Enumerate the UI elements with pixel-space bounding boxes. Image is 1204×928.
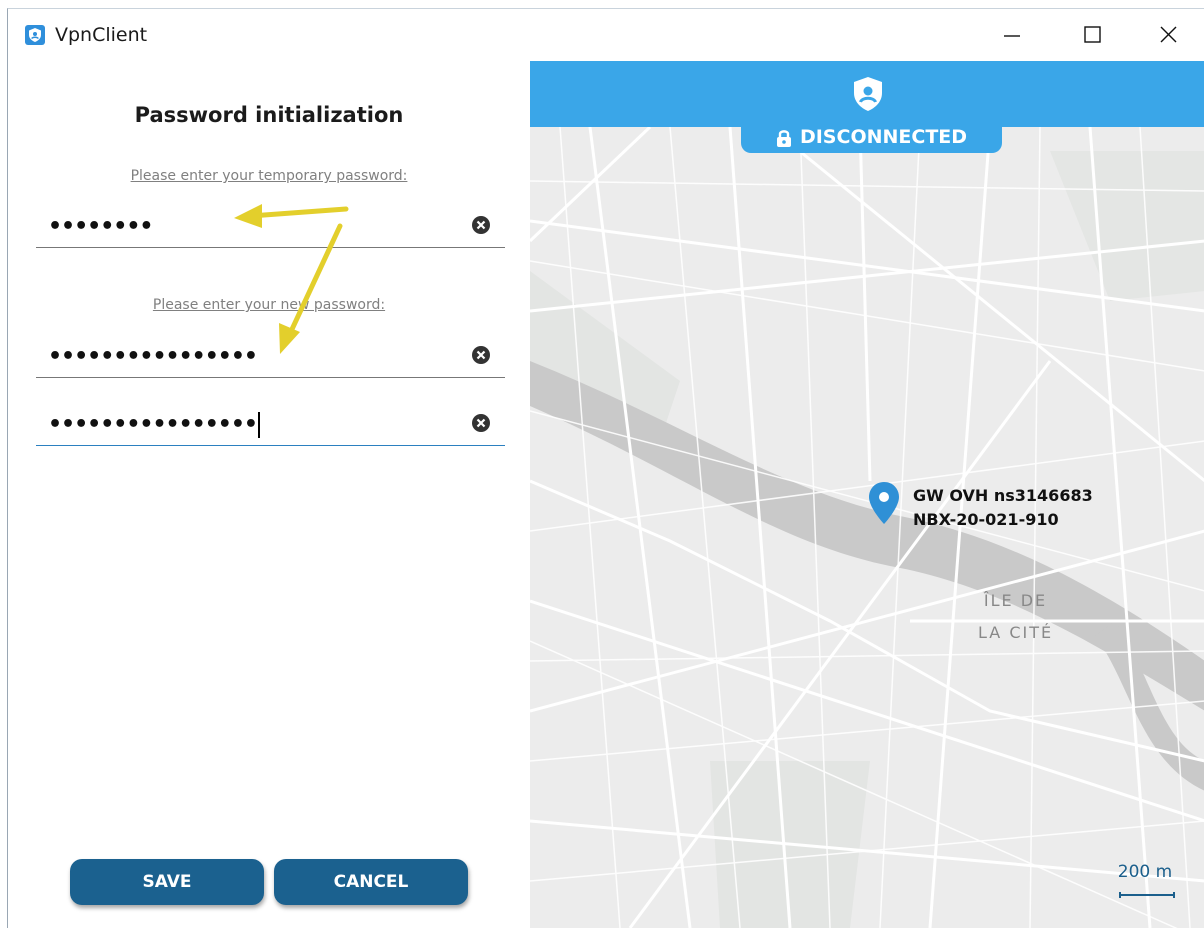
lock-icon	[776, 129, 791, 147]
maximize-icon	[1084, 26, 1101, 43]
form-title: Password initialization	[134, 103, 404, 127]
new-password-field[interactable]: ••••••••••••••••	[36, 333, 505, 378]
app-shield-icon	[25, 25, 45, 45]
text-caret	[257, 412, 260, 438]
temp-password-label: Please enter your temporary password:	[130, 168, 408, 184]
title-bar: VpnClient	[8, 9, 1204, 61]
place-label-line2: LA CITÉ	[978, 623, 1054, 642]
shield-user-icon	[854, 77, 882, 111]
minimize-icon	[1004, 35, 1020, 37]
maximize-button[interactable]	[1062, 9, 1122, 61]
map-scale: 200 m	[1115, 862, 1175, 902]
place-label-line1: ÎLE DE	[983, 591, 1048, 610]
connection-status-banner	[530, 61, 1204, 127]
temp-password-field[interactable]: ••••••••	[36, 203, 505, 248]
close-button[interactable]	[1138, 9, 1198, 61]
map-pin-icon[interactable]	[867, 481, 901, 525]
vpn-client-window: VpnClient Password initialization Please…	[7, 8, 1204, 928]
scale-bar	[1119, 892, 1175, 898]
clear-temp-password-icon[interactable]	[471, 215, 491, 235]
connection-status-text: DISCONNECTED	[799, 126, 968, 148]
gateway-label[interactable]: GW OVH ns3146683 NBX-20-021-910	[913, 484, 1093, 532]
clear-confirm-password-icon[interactable]	[471, 413, 491, 433]
close-icon	[1160, 26, 1177, 43]
minimize-button[interactable]	[982, 9, 1042, 61]
save-button[interactable]: SAVE	[70, 859, 264, 905]
confirm-password-field[interactable]: ••••••••••••••••	[36, 401, 505, 446]
map-pane[interactable]: DISCONNECTED GW OVH ns3146683 NBX-20-021…	[530, 61, 1204, 928]
connection-status-tab: DISCONNECTED	[741, 125, 1002, 153]
cancel-button[interactable]: CANCEL	[274, 859, 468, 905]
gateway-name: GW OVH ns3146683	[913, 486, 1093, 505]
new-password-value: ••••••••••••••••	[48, 344, 258, 369]
confirm-password-text: ••••••••••••••••	[48, 412, 258, 437]
window-title: VpnClient	[55, 24, 148, 46]
clear-new-password-icon[interactable]	[471, 345, 491, 365]
scale-text: 200 m	[1117, 862, 1173, 882]
confirm-password-value: ••••••••••••••••	[48, 412, 260, 438]
password-form-pane: Password initialization Please enter you…	[8, 61, 530, 928]
new-password-label: Please enter your new password:	[152, 297, 386, 313]
temp-password-value: ••••••••	[48, 214, 153, 239]
place-label: ÎLE DE LA CITÉ	[978, 585, 1053, 649]
gateway-id: NBX-20-021-910	[913, 510, 1059, 529]
